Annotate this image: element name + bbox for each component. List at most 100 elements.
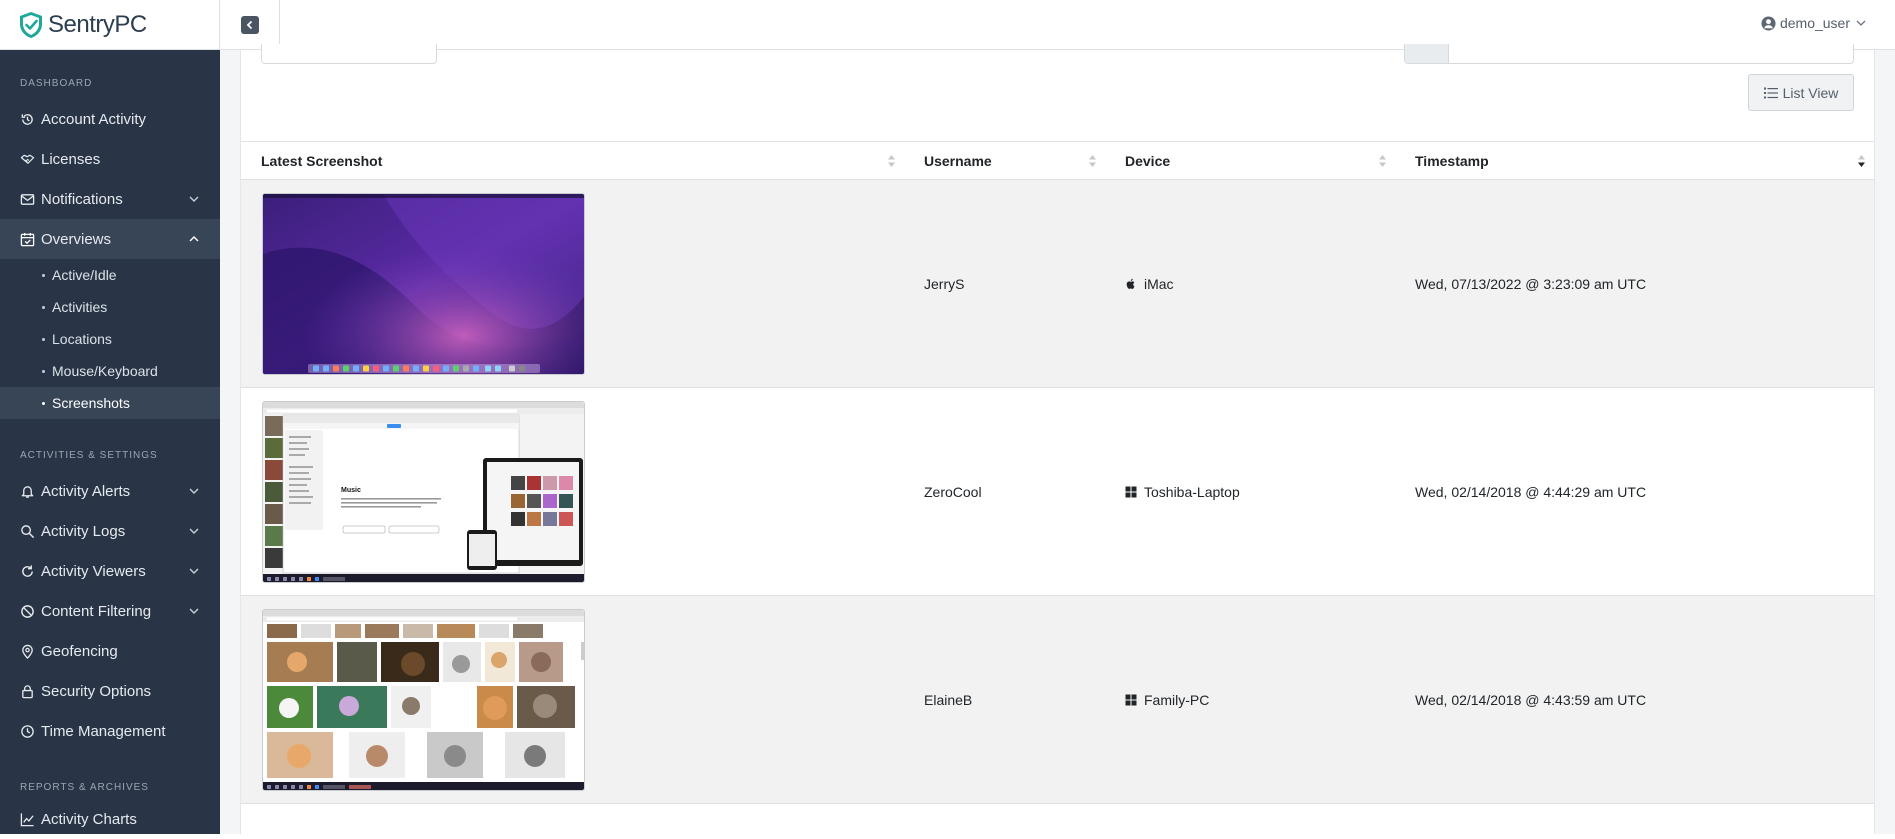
- refresh-icon: [20, 564, 35, 579]
- sidebar-subitem-label: Mouse/Keyboard: [52, 363, 158, 379]
- cat-image-search-screenshot: [263, 609, 584, 790]
- timestamp-cell: Wed, 02/14/2018 @ 4:44:29 am UTC: [1415, 483, 1647, 500]
- sidebar-item-geofencing[interactable]: Geofencing: [0, 631, 220, 671]
- column-header-username[interactable]: Username: [904, 142, 1105, 180]
- sidebar-item-activity-logs[interactable]: Activity Logs: [0, 511, 220, 551]
- bullet-dot: [42, 401, 45, 405]
- sidebar-item-time-management[interactable]: Time Management: [0, 711, 220, 751]
- device-name: Toshiba-Laptop: [1144, 483, 1240, 500]
- chevron-up-icon: [189, 236, 199, 242]
- device-cell: iMac: [1105, 180, 1395, 387]
- column-header-label: Username: [924, 153, 992, 169]
- macos-desktop-screenshot: [263, 193, 584, 374]
- screenshot-thumbnail[interactable]: [262, 192, 585, 375]
- username-cell: ElaineB: [924, 691, 973, 708]
- handshake-icon: [20, 152, 35, 167]
- table-row[interactable]: Music ZeroCool Toshiba-Laptop Wed, 02/14…: [241, 388, 1874, 596]
- sidebar-item-notifications[interactable]: Notifications: [0, 179, 220, 219]
- line-chart-icon: [20, 812, 35, 827]
- lock-icon: [20, 684, 35, 699]
- envelope-icon: [20, 192, 35, 207]
- sort-desc-icon: [1858, 155, 1865, 167]
- chevron-down-icon: [189, 528, 199, 534]
- sort-icon: [888, 155, 895, 167]
- bullet-dot: [42, 369, 45, 373]
- sidebar-toggle-button[interactable]: [220, 0, 280, 50]
- top-bar: demo_user: [220, 0, 1895, 50]
- music-webpage-screenshot: Music: [263, 401, 584, 582]
- user-menu[interactable]: demo_user: [1761, 15, 1867, 31]
- page-size-select[interactable]: [261, 44, 437, 64]
- sidebar-item-activity-charts[interactable]: Activity Charts: [0, 799, 220, 839]
- section-reports-archives: REPORTS & ARCHIVES: [20, 781, 149, 793]
- chevron-down-icon: [189, 196, 199, 202]
- sort-icon: [1379, 155, 1386, 167]
- column-header-device[interactable]: Device: [1105, 142, 1395, 180]
- screenshot-cell: [241, 596, 904, 803]
- sidebar-item-label: Activity Alerts: [41, 482, 131, 500]
- user-circle-icon: [1761, 15, 1776, 31]
- brand[interactable]: SentryPC: [0, 0, 220, 50]
- search-input[interactable]: [1404, 44, 1854, 64]
- chevron-down-icon: [1856, 20, 1866, 26]
- sidebar-item-label: Security Options: [41, 682, 152, 700]
- timestamp-cell: Wed, 02/14/2018 @ 4:43:59 am UTC: [1415, 691, 1647, 708]
- sidebar-subitem-locations[interactable]: Locations: [0, 323, 220, 355]
- sidebar-item-label: Geofencing: [41, 642, 118, 660]
- column-header-screenshot[interactable]: Latest Screenshot: [241, 142, 904, 180]
- sidebar-subitem-label: Activities: [52, 299, 108, 315]
- table-row[interactable]: JerryS iMac Wed, 07/13/2022 @ 3:23:09 am…: [241, 180, 1874, 388]
- list-view-label: List View: [1782, 84, 1839, 101]
- sidebar-item-label: Activity Charts: [41, 810, 137, 828]
- screenshot-cell: Music: [241, 388, 904, 595]
- sidebar-subitem-active-idle[interactable]: Active/Idle: [0, 259, 220, 291]
- table-row[interactable]: ElaineB Family-PC Wed, 02/14/2018 @ 4:43…: [241, 596, 1874, 804]
- device-cell: Family-PC: [1105, 596, 1395, 803]
- sidebar-subitem-mouse-keyboard[interactable]: Mouse/Keyboard: [0, 355, 220, 387]
- sidebar-subitem-activities[interactable]: Activities: [0, 291, 220, 323]
- sidebar-item-activity-alerts[interactable]: Activity Alerts: [0, 471, 220, 511]
- sidebar-subitem-label: Screenshots: [52, 395, 130, 411]
- chevron-down-icon: [189, 608, 199, 614]
- main-content: List View Latest Screenshot Username Dev…: [220, 44, 1895, 834]
- sort-icon: [1089, 155, 1096, 167]
- username-label: demo_user: [1779, 15, 1850, 31]
- windows-icon: [1125, 486, 1137, 497]
- column-header-label: Device: [1125, 153, 1171, 169]
- device-name: Family-PC: [1144, 691, 1210, 708]
- sidebar-item-label: Activity Viewers: [41, 562, 146, 580]
- screenshot-thumbnail[interactable]: [262, 608, 585, 791]
- windows-icon: [1125, 694, 1137, 705]
- map-pin-icon: [20, 644, 35, 659]
- apple-icon: [1126, 278, 1135, 289]
- sidebar-item-activity-viewers[interactable]: Activity Viewers: [0, 551, 220, 591]
- sidebar-item-security-options[interactable]: Security Options: [0, 671, 220, 711]
- search-addon: [1405, 44, 1449, 63]
- chevron-left-icon: [240, 16, 259, 34]
- column-header-label: Latest Screenshot: [261, 153, 383, 169]
- bullet-dot: [42, 337, 45, 341]
- sidebar-subitem-screenshots[interactable]: Screenshots: [0, 387, 220, 419]
- list-view-button[interactable]: List View: [1748, 74, 1854, 111]
- device-name: iMac: [1144, 275, 1174, 292]
- calendar-check-icon: [20, 232, 35, 247]
- sidebar-item-label: Content Filtering: [41, 602, 152, 620]
- sidebar-item-label: Account Activity: [41, 110, 147, 128]
- username-cell: JerryS: [924, 275, 965, 292]
- svg-text:Music: Music: [341, 487, 361, 494]
- history-icon: [20, 112, 35, 127]
- sidebar-item-account-activity[interactable]: Account Activity: [0, 99, 220, 139]
- column-header-timestamp[interactable]: Timestamp: [1395, 142, 1874, 180]
- sidebar-item-overviews[interactable]: Overviews: [0, 219, 220, 259]
- timestamp-cell: Wed, 07/13/2022 @ 3:23:09 am UTC: [1415, 275, 1647, 292]
- sidebar: SentryPC DASHBOARD Account Activity Lice…: [0, 0, 220, 834]
- sidebar-subitem-label: Active/Idle: [52, 267, 117, 283]
- screenshots-panel: List View Latest Screenshot Username Dev…: [240, 44, 1875, 834]
- sidebar-item-label: Activity Logs: [41, 522, 126, 540]
- screenshot-thumbnail[interactable]: Music: [262, 400, 585, 583]
- brand-name: SentryPC: [48, 10, 147, 38]
- sidebar-item-content-filtering[interactable]: Content Filtering: [0, 591, 220, 631]
- screenshot-cell: [241, 180, 904, 387]
- sidebar-item-licenses[interactable]: Licenses: [0, 139, 220, 179]
- bullet-dot: [42, 305, 45, 309]
